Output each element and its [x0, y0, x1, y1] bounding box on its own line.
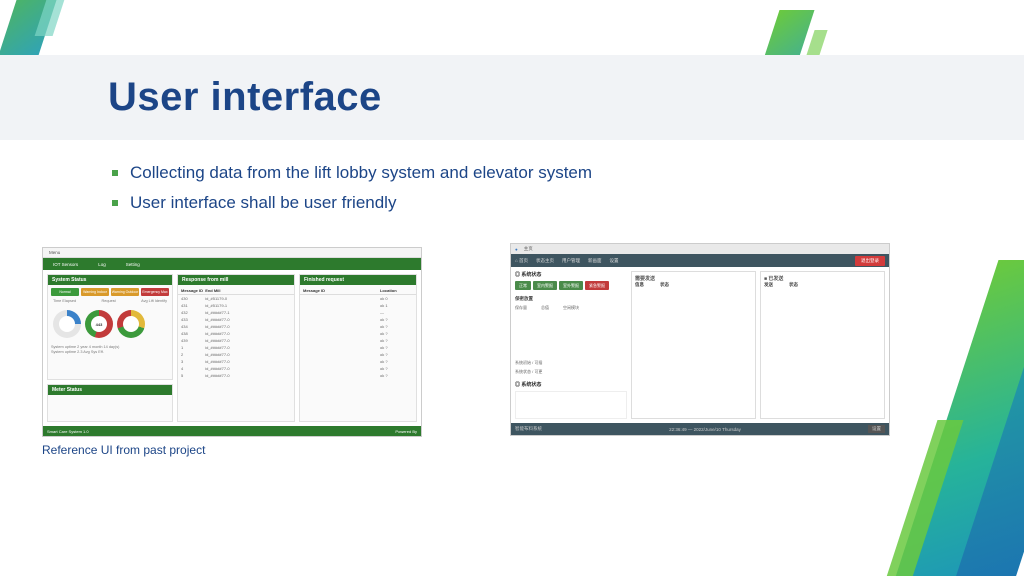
table-row: 3id_#####77-0 [178, 358, 294, 365]
donut-chart: 443 [85, 310, 113, 338]
table-row: ok ? [300, 344, 416, 351]
breadcrumb: 主页 [524, 246, 533, 252]
bullet-item: User interface shall be user friendly [112, 193, 592, 213]
col-label: 空闲模块 [563, 305, 579, 311]
bullet-item: Collecting data from the lift lobby syst… [112, 163, 592, 183]
status-button: Warning Indoor [81, 288, 109, 296]
table-row: 430id_#51179-0 [178, 295, 294, 302]
bullet-list: Collecting data from the lift lobby syst… [112, 163, 592, 223]
table-row: 439id_#####77-0 [178, 337, 294, 344]
left-ui-tabs: IOT Sensors Log Setting [43, 258, 421, 270]
table-row: ok 0 [300, 295, 416, 302]
status-chip: 室外警报 [559, 281, 583, 290]
table-row: ok ? [300, 365, 416, 372]
status-note: System uptime 2.3 Avg Sys Eff. [51, 350, 169, 355]
right-ui-footer: 智能布料系统 22:36:49 — 2022/June/10 Thursday … [511, 423, 889, 435]
status-chip: 室内警报 [533, 281, 557, 290]
table-row: ok ? [300, 323, 416, 330]
response-panel: Response from mill Message IDEnd Mill430… [177, 274, 295, 422]
reference-ui-right: ●主页 ⌂ 首页状态主页用户管理新画面设置 退出登录 ◎ 系统状态 正常室内警报… [510, 243, 890, 436]
col-label: 状态 [660, 282, 669, 288]
tab: Log [88, 262, 116, 267]
table-row: — [300, 309, 416, 316]
table-row: ok ? [300, 372, 416, 379]
col-label: 发送 [764, 282, 773, 288]
panel-header: Finished request [300, 275, 416, 285]
left-ui-menubar: Menu [43, 248, 421, 258]
nav-item: 设置 [609, 258, 618, 264]
donut-chart [53, 310, 81, 338]
system-status-panel: System Status NormalWarning IndoorWarnin… [47, 274, 173, 380]
footer-time: 22:36:49 — 2022/June/10 Thursday [669, 427, 741, 432]
table-row: 433id_#####77-0 [178, 316, 294, 323]
donut-chart [117, 310, 145, 338]
reference-ui-left: Menu IOT Sensors Log Setting System Stat… [42, 247, 422, 437]
col-label: 信息 [635, 282, 644, 288]
table-row: ok ? [300, 337, 416, 344]
status-button: Normal [51, 288, 79, 296]
mid-panel: 需要发送 信息 状态 [631, 271, 756, 419]
tab: IOT Sensors [43, 262, 88, 267]
title-bar: User interface [0, 55, 1024, 140]
col-label: 状态 [789, 282, 798, 288]
panel-header: 需要发送 [635, 275, 752, 282]
footer-text: Smart Care System 1.0 [47, 429, 89, 434]
right-ui-nav: ⌂ 首页 状态主页 用户管理 新画面 设置 退出登录 [511, 254, 889, 267]
chart-label: Time Elapsed [53, 299, 76, 303]
table-row: 432id_#####77-1 [178, 309, 294, 316]
chart-label: Avg Lift Identify [141, 299, 167, 303]
status-chip: 紧急警报 [585, 281, 609, 290]
table-row: ok ? [300, 358, 416, 365]
panel-header: ◎ 系统状态 [515, 271, 627, 278]
section-label: 保密放置 [515, 296, 627, 302]
nav-item: 状态主页 [536, 258, 554, 264]
table-row: ok ? [300, 316, 416, 323]
table-row: 438id_#####77-0 [178, 330, 294, 337]
table-row: 434id_#####77-0 [178, 323, 294, 330]
right-ui-topbar: ●主页 [511, 244, 889, 254]
page-title: User interface [0, 55, 1024, 120]
table-row: ok 1 [300, 302, 416, 309]
footer-text: 设置 [868, 425, 885, 433]
nav-item: ⌂ 首页 [515, 258, 528, 264]
menu-item: Menu [49, 250, 60, 255]
table-row: 1id_#####77-0 [178, 344, 294, 351]
chart-label: Request [102, 299, 116, 303]
status-button: Emergency Max [141, 288, 169, 296]
tab: Setting [116, 262, 150, 267]
nav-item: 新画面 [588, 258, 602, 264]
table-row: 5id_#####77-0 [178, 372, 294, 379]
col-label: 保存量 [515, 305, 527, 311]
panel-header: System Status [48, 275, 172, 285]
meter-status-panel: Meter Status [47, 384, 173, 422]
panel-header: Meter Status [48, 385, 172, 395]
right-panel: ■ 已发送 发送 状态 [760, 271, 885, 419]
caption: Reference UI from past project [42, 443, 205, 457]
section-label: 系统初始 / 可插 [515, 360, 627, 366]
logout-button: 退出登录 [855, 256, 885, 266]
nav-item: 用户管理 [562, 258, 580, 264]
table-row: 431id_#51179-1 [178, 302, 294, 309]
status-button: Warning Outdoor [111, 288, 139, 296]
panel-header: ◎ 系统状态 [515, 381, 627, 388]
left-ui-footer: Smart Care System 1.0 Powered By [43, 426, 421, 436]
footer-text: 智能布料系统 [515, 426, 542, 432]
footer-text: Powered By [395, 429, 417, 434]
section-label: 系统状态 / 可更 [515, 369, 627, 375]
table-row: 4id_#####77-0 [178, 365, 294, 372]
panel-header: Response from mill [178, 275, 294, 285]
table-row: ok ? [300, 351, 416, 358]
finished-panel: Finished request Message IDLocationok 0o… [299, 274, 417, 422]
status-chip: 正常 [515, 281, 531, 290]
table-row: ok ? [300, 330, 416, 337]
panel-header: ■ 已发送 [764, 275, 881, 282]
col-label: 总值 [541, 305, 549, 311]
table-row: 2id_#####77-0 [178, 351, 294, 358]
